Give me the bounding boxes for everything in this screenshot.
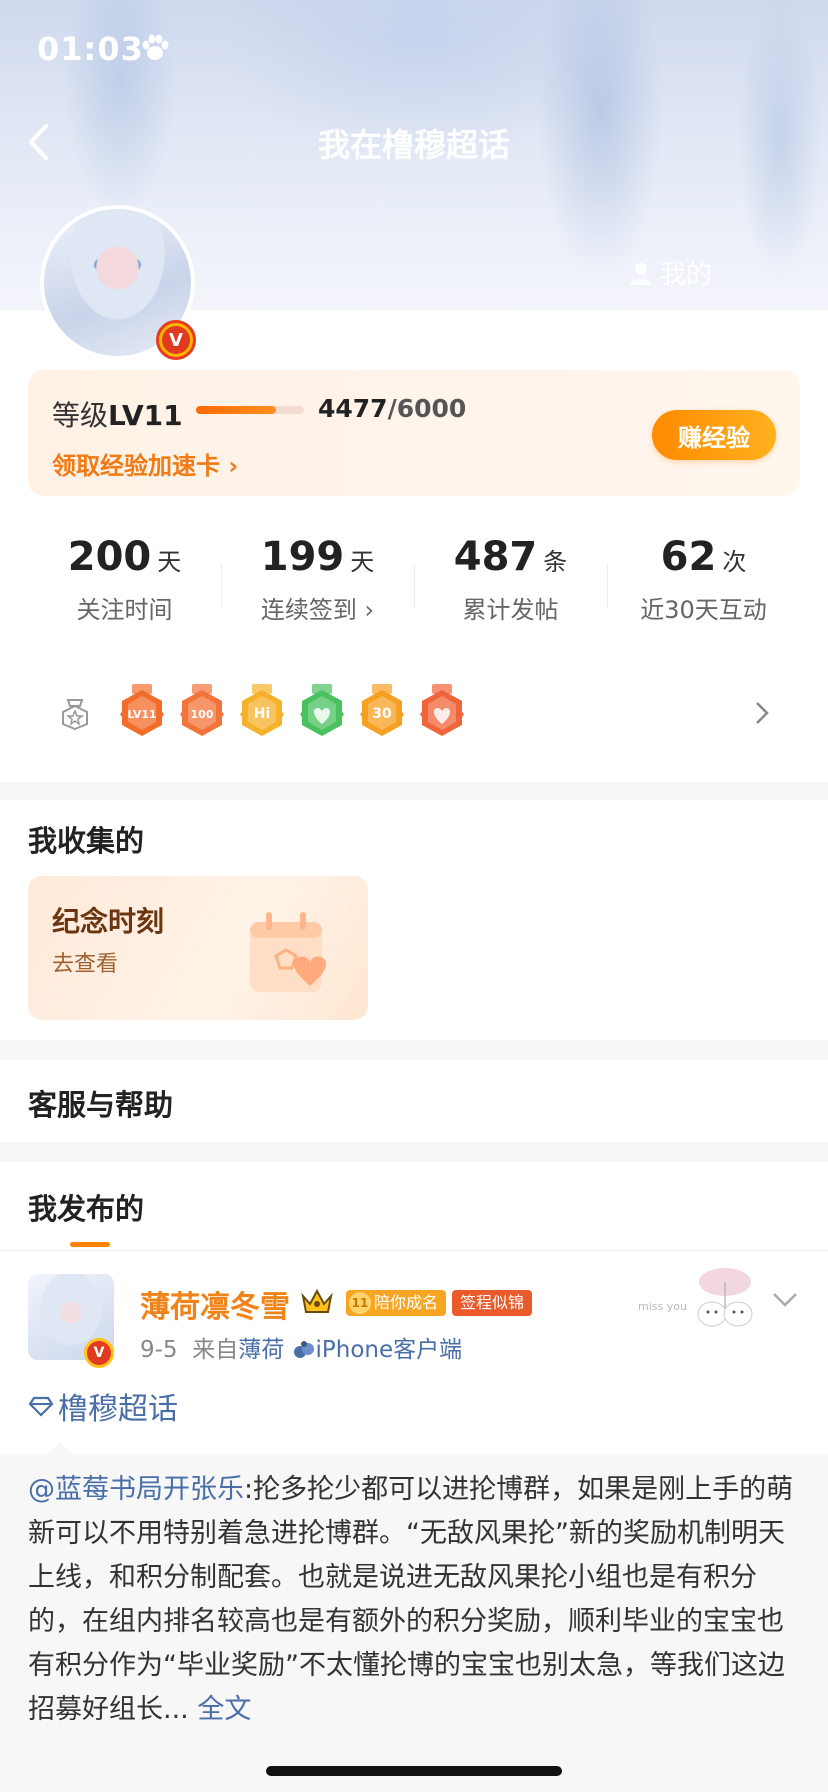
level-label: 等级LV11 <box>52 399 183 432</box>
medal-label: 30 <box>372 706 392 722</box>
stat-follow-days: 200 天 关注时间 <box>67 534 182 624</box>
post-text: @蓝莓书局开张乐:抡多抡少都可以进抡博群，如果是刚上手的萌新可以不用特别着急进抡… <box>28 1474 794 1725</box>
level-card: 等级LV11 4477/6000 领取经验加速卡 › 赚经验 <box>28 370 800 496</box>
level-points: 4477/6000 <box>318 394 467 423</box>
collected-section: 我收集的 纪念时刻 去查看 <box>0 800 828 1040</box>
post-meta: 9-5 来自薄荷 iPhone客户端 <box>140 1337 463 1363</box>
fan-level-badge: 11 陪你成名 <box>346 1290 447 1316</box>
medal-label: Hi <box>254 706 271 722</box>
posts-section: 我发布的 V 薄荷凛冬雪 11 陪你成名 签程似锦 9-5 来自薄荷 iPhone… <box>0 1162 828 1792</box>
medals-row[interactable]: LV11 100 Hi 30 <box>28 664 800 762</box>
chevron-right-icon <box>756 702 769 724</box>
lv11-medal-icon: LV11 <box>120 684 164 736</box>
mention-link[interactable]: @蓝莓书局开张乐 <box>28 1474 244 1505</box>
posts-title[interactable]: 我发布的 <box>28 1186 144 1228</box>
verified-badge-icon: V <box>156 320 196 360</box>
heart-medal-icon <box>420 684 464 736</box>
boost-card-link[interactable]: 领取经验加速卡 › <box>52 446 238 481</box>
my-link[interactable]: 我的 <box>628 254 712 291</box>
stat-interactions: 62 次 近30天互动 <box>640 534 767 624</box>
earn-exp-button[interactable]: 赚经验 <box>652 410 776 460</box>
my-link-label: 我的 <box>660 260 713 290</box>
help-section[interactable]: 客服与帮助 <box>0 1060 828 1142</box>
crown-icon <box>301 1288 333 1313</box>
svg-text:miss you: miss you <box>638 1300 687 1313</box>
home-indicator <box>266 1766 562 1776</box>
user-icon <box>630 262 652 285</box>
stat-posts: 487 条 累计发帖 <box>453 534 568 624</box>
topic-link[interactable]: 橹穆超话 <box>28 1384 178 1428</box>
100-days-medal-icon: 100 <box>180 684 224 736</box>
level-progress-bar <box>196 406 304 414</box>
memory-card[interactable]: 纪念时刻 去查看 <box>28 876 368 1020</box>
verified-badge-icon: V <box>84 1338 114 1368</box>
post-body[interactable]: @蓝莓书局开张乐:抡多抡少都可以进抡博群，如果是刚上手的萌新可以不用特别着急进抡… <box>0 1442 828 1792</box>
hi-medal-icon: Hi <box>240 684 284 736</box>
help-title: 客服与帮助 <box>28 1088 174 1122</box>
stat-checkin-days[interactable]: 199 天 连续签到 › <box>221 534 414 625</box>
sticker-decoration-icon: miss you <box>638 1268 753 1327</box>
paw-icon <box>142 34 169 60</box>
checkin-badge: 签程似锦 <box>452 1290 533 1316</box>
hands-medal-icon <box>300 684 344 736</box>
medal-wall-icon <box>62 699 88 730</box>
stats-card: 200 天 关注时间 199 天 连续签到 › 487 条 累计发帖 62 次 近30天… <box>28 512 800 646</box>
post-body-notch <box>48 1442 72 1454</box>
medal-label: 100 <box>191 708 214 721</box>
level-progress-fill <box>196 406 277 414</box>
30-days-medal-icon: 30 <box>360 684 404 736</box>
status-time: 01:03 <box>37 30 144 68</box>
diamond-icon <box>28 1396 54 1417</box>
chevron-down-icon[interactable] <box>772 1292 798 1308</box>
collected-title: 我收集的 <box>28 824 145 858</box>
tab-indicator <box>70 1242 110 1247</box>
page-title: 我在橹穆超话 <box>317 126 510 164</box>
memory-card-subtitle: 去查看 <box>52 952 119 977</box>
divider <box>0 1250 828 1251</box>
post-username[interactable]: 薄荷凛冬雪 <box>140 1282 290 1326</box>
full-text-link[interactable]: 全文 <box>189 1694 251 1725</box>
medal-label: LV11 <box>127 708 156 721</box>
blueberry-icon <box>293 1341 314 1358</box>
memory-card-title: 纪念时刻 <box>52 905 165 938</box>
calendar-heart-icon <box>250 912 326 992</box>
